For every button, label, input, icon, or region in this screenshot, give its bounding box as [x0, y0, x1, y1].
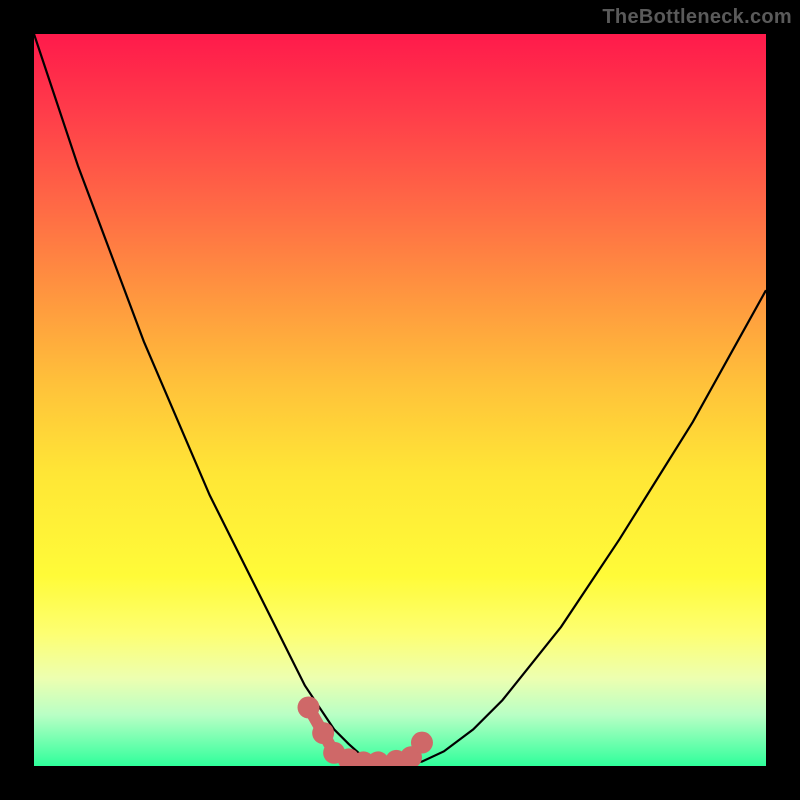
sweet-spot-marker [411, 732, 433, 754]
chart-overlay-svg [34, 34, 766, 766]
sweet-spot-marker [298, 696, 320, 718]
chart-watermark: TheBottleneck.com [602, 6, 792, 29]
sweet-spot-markers [298, 696, 433, 766]
chart-frame: TheBottleneck.com [0, 0, 800, 800]
bottleneck-curve-line [34, 34, 766, 765]
chart-plot-area [34, 34, 766, 766]
sweet-spot-marker [312, 722, 334, 744]
